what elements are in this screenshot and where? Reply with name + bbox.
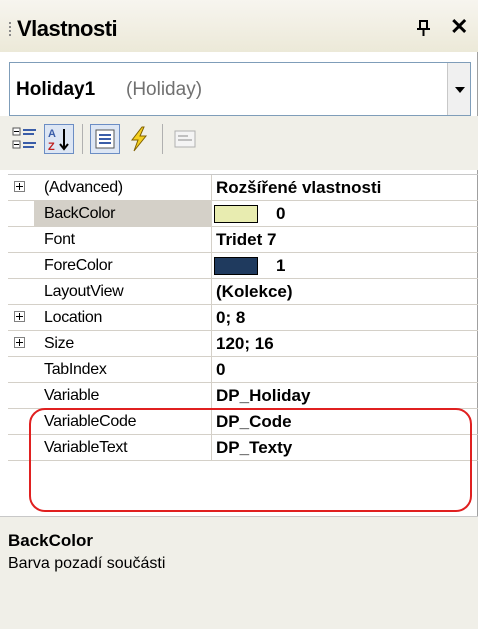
property-value[interactable]: DP_Texty [216, 435, 292, 460]
drag-grip[interactable] [9, 22, 14, 36]
events-button[interactable] [124, 124, 154, 154]
property-name: Size [34, 331, 212, 356]
property-name: LayoutView [34, 279, 212, 304]
property-value[interactable]: 120; 16 [216, 331, 274, 356]
property-row[interactable]: Location 0; 8 [8, 305, 478, 331]
color-swatch [214, 257, 258, 275]
dropdown-button[interactable] [447, 63, 470, 115]
property-row[interactable]: (Advanced) Rozšířené vlastnosti [8, 175, 478, 201]
properties-panel: Vlastnosti ✕ Holiday1 (Holiday) A Z (Adv… [0, 0, 478, 629]
property-grid: (Advanced) Rozšířené vlastnosti BackColo… [8, 174, 478, 509]
property-row[interactable]: TabIndex 0 [8, 357, 478, 383]
property-name: ForeColor [34, 253, 212, 278]
property-value[interactable]: 0 [276, 201, 285, 226]
property-value[interactable]: Rozšířené vlastnosti [216, 175, 381, 200]
property-value[interactable]: DP_Holiday [216, 383, 310, 408]
row-gutter [8, 175, 34, 200]
expand-icon[interactable] [14, 181, 25, 192]
property-name: Variable [34, 383, 212, 408]
property-name: VariableCode [34, 409, 212, 434]
property-name: Location [34, 305, 212, 330]
property-name: (Advanced) [34, 175, 212, 200]
property-row[interactable]: VariableCode DP_Code [8, 409, 478, 435]
properties-icon [95, 129, 115, 149]
alphabetical-icon: A Z [48, 128, 69, 153]
alphabetical-button[interactable]: A Z [44, 124, 74, 154]
expand-icon[interactable] [14, 311, 25, 322]
row-gutter [8, 383, 34, 408]
properties-button[interactable] [90, 124, 120, 154]
property-row[interactable]: LayoutView (Kolekce) [8, 279, 478, 305]
property-pages-button[interactable] [170, 124, 200, 154]
property-value[interactable]: 0; 8 [216, 305, 245, 330]
selected-object-type: (Holiday) [126, 79, 203, 100]
panel-title: Vlastnosti [17, 16, 118, 41]
expand-icon[interactable] [14, 337, 25, 348]
property-name: Font [34, 227, 212, 252]
close-icon[interactable]: ✕ [450, 14, 468, 40]
property-value[interactable]: 1 [276, 253, 285, 278]
svg-text:Z: Z [48, 141, 55, 153]
categorized-icon [12, 127, 36, 149]
property-value[interactable]: (Kolekce) [216, 279, 293, 304]
events-icon [130, 126, 148, 152]
object-selector[interactable]: Holiday1 (Holiday) [9, 62, 471, 116]
row-gutter [8, 305, 34, 330]
property-row[interactable]: Size 120; 16 [8, 331, 478, 357]
row-gutter [8, 357, 34, 382]
property-pages-icon [174, 130, 196, 148]
property-name: TabIndex [34, 357, 212, 382]
svg-text:A: A [48, 128, 56, 140]
title-bar: Vlastnosti ✕ [0, 0, 478, 52]
property-value[interactable]: Tridet 7 [216, 227, 276, 252]
pin-icon[interactable] [414, 18, 434, 38]
property-row[interactable]: VariableText DP_Texty [8, 435, 478, 461]
toolbar-separator [82, 124, 83, 154]
row-gutter [8, 409, 34, 434]
chevron-down-icon [455, 87, 465, 93]
row-gutter [8, 201, 34, 226]
property-name: BackColor [34, 201, 212, 226]
categorized-button[interactable] [10, 124, 40, 154]
description-text: Barva pozadí součásti [8, 555, 166, 572]
property-value[interactable]: 0 [216, 357, 225, 382]
color-swatch [214, 205, 258, 223]
property-row[interactable]: ForeColor 1 [8, 253, 478, 279]
property-value[interactable]: DP_Code [216, 409, 292, 434]
description-pane: BackColor Barva pozadí součásti [0, 516, 478, 629]
row-gutter [8, 279, 34, 304]
property-row[interactable]: BackColor 0 [8, 201, 478, 227]
description-title: BackColor [8, 531, 94, 550]
property-row[interactable]: Font Tridet 7 [8, 227, 478, 253]
property-row[interactable]: Variable DP_Holiday [8, 383, 478, 409]
row-gutter [8, 253, 34, 278]
toolbar-separator [162, 124, 163, 154]
row-gutter [8, 331, 34, 356]
row-gutter [8, 227, 34, 252]
row-gutter [8, 435, 34, 460]
property-name: VariableText [34, 435, 212, 460]
selected-object-name: Holiday1 [16, 79, 96, 100]
